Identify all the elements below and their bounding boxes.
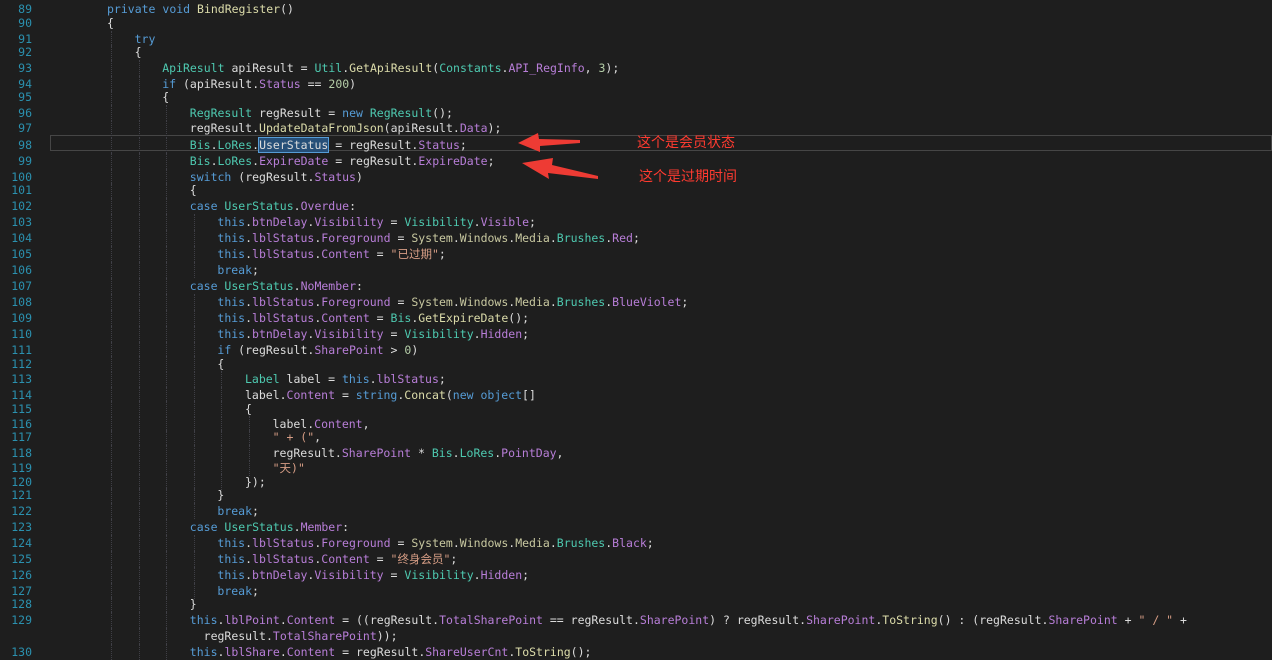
annotation-arrows	[518, 133, 598, 179]
arrow-to-expiredate-icon	[522, 158, 598, 179]
arrow-to-userstatus-icon	[518, 133, 580, 152]
annotation-expire-time: 这个是过期时间	[639, 169, 737, 185]
annotation-member-status: 这个是会员状态	[637, 135, 735, 151]
code-editor[interactable]: 89 private void BindRegister() 90{91 try 92{…	[0, 0, 1272, 660]
